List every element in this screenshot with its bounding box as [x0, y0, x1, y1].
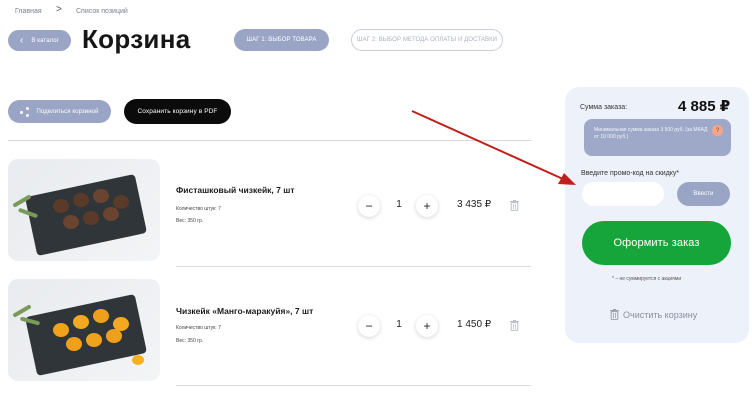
min-order-note: Минимальная сумма заказа 3 500 руб. (за …: [594, 127, 708, 140]
breadcrumb-home[interactable]: Главная: [15, 8, 42, 15]
checkout-button[interactable]: Оформить заказ: [582, 221, 731, 265]
step2-button[interactable]: ШАГ 2: ВЫБОР МЕТОДА ОПЛАТЫ И ДОСТАВКИ: [351, 29, 503, 51]
step1-button[interactable]: ШАГ 1: ВЫБОР ТОВАРА: [234, 29, 329, 51]
item-price: 3 435 ₽: [457, 199, 492, 210]
decrease-qty-button[interactable]: −: [358, 315, 380, 337]
increase-qty-button[interactable]: +: [416, 195, 438, 217]
item-qty: 1: [396, 199, 402, 210]
chevron-left-icon: ‹: [19, 35, 24, 46]
divider: [176, 385, 531, 386]
page-title: Корзина: [82, 24, 191, 54]
decrease-qty-button[interactable]: −: [358, 195, 380, 217]
item-qty-line: Количество штук: 7: [176, 325, 221, 331]
back-to-catalog-button[interactable]: ‹ В каталог: [8, 30, 71, 51]
item-price: 1 450 ₽: [457, 319, 492, 330]
order-sum-label: Сумма заказа:: [580, 104, 628, 111]
breadcrumb-separator: >: [56, 4, 62, 15]
trash-icon[interactable]: [510, 318, 519, 332]
back-label: В каталог: [31, 37, 60, 44]
promo-label: Введите промо-код на скидку*: [581, 170, 680, 177]
clear-cart-button[interactable]: Очистить корзину: [610, 309, 697, 320]
apply-promo-button[interactable]: Ввести: [677, 182, 730, 206]
clear-cart-label: Очистить корзину: [623, 309, 698, 320]
promo-footnote: * – не суммируется с акциями: [612, 276, 682, 282]
increase-qty-button[interactable]: +: [416, 315, 438, 337]
order-sum-value: 4 885 ₽: [678, 98, 731, 115]
divider: [176, 266, 531, 267]
item-qty-line: Количество штук: 7: [176, 206, 221, 212]
item-name[interactable]: Фисташковый чизкейк, 7 шт: [176, 185, 295, 195]
product-image[interactable]: [8, 159, 160, 261]
save-pdf-button[interactable]: Сохранить корзину в PDF: [124, 99, 231, 124]
divider: [8, 140, 531, 141]
share-icon: [20, 106, 30, 117]
share-cart-button[interactable]: Поделиться корзиной: [8, 100, 111, 123]
breadcrumb-current: Список позиций: [76, 8, 128, 15]
item-name[interactable]: Чизкейк «Манго-маракуйя», 7 шт: [176, 306, 313, 316]
item-qty: 1: [396, 319, 402, 330]
item-weight: Вес: 350 гр.: [176, 338, 204, 344]
product-image[interactable]: [8, 279, 160, 381]
question-icon[interactable]: ?: [712, 125, 723, 136]
trash-icon[interactable]: [510, 198, 519, 212]
share-label: Поделиться корзиной: [36, 108, 99, 115]
item-weight: Вес: 350 гр.: [176, 218, 204, 224]
promo-code-input[interactable]: [582, 182, 664, 206]
trash-icon: [610, 309, 619, 320]
